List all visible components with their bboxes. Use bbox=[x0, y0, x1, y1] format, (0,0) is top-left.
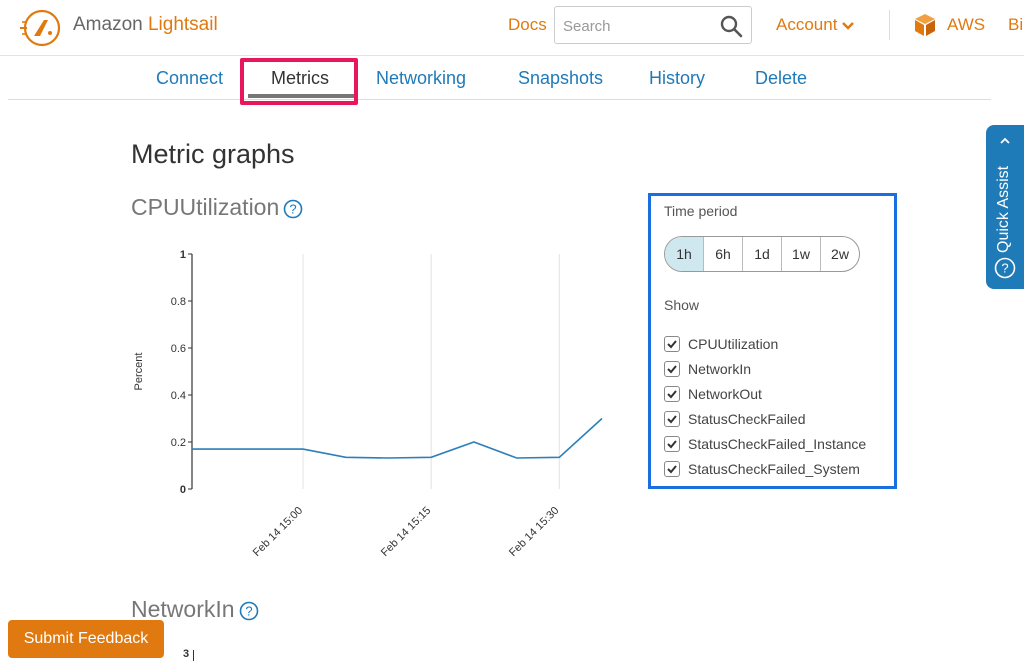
tab-delete[interactable]: Delete bbox=[755, 68, 807, 89]
billing-link[interactable]: Bi bbox=[1008, 15, 1023, 35]
tab-networking[interactable]: Networking bbox=[376, 68, 466, 89]
period-1w-button[interactable]: 1w bbox=[782, 237, 821, 271]
svg-text:?: ? bbox=[1001, 261, 1008, 276]
aws-link[interactable]: AWS bbox=[947, 15, 985, 35]
metric-checkbox-row[interactable]: StatusCheckFailed_Instance bbox=[664, 434, 866, 454]
x-tick-label: Feb 14 15:00 bbox=[251, 505, 305, 559]
networkin-graph-title: NetworkIn? bbox=[131, 596, 259, 623]
metric-checkbox-row[interactable]: CPUUtilization bbox=[664, 334, 778, 354]
quick-assist-tab[interactable]: Quick Assist ? bbox=[986, 125, 1024, 289]
quick-assist-label: Quick Assist bbox=[995, 165, 1012, 253]
checkmark-icon bbox=[667, 390, 677, 399]
brand-title[interactable]: Amazon Lightsail bbox=[73, 14, 218, 36]
networkin-graph-title-text: NetworkIn bbox=[131, 596, 235, 622]
metric-checkbox-row[interactable]: StatusCheckFailed bbox=[664, 409, 806, 429]
tab-history[interactable]: History bbox=[649, 68, 705, 89]
checkbox[interactable] bbox=[664, 361, 680, 377]
brand-prefix: Amazon bbox=[73, 14, 143, 35]
checkmark-icon bbox=[667, 465, 677, 474]
search-input[interactable] bbox=[563, 15, 713, 37]
networkin-y-axis bbox=[193, 650, 194, 661]
checkmark-icon bbox=[667, 440, 677, 449]
cpu-series-line bbox=[192, 417, 603, 459]
y-tick-label: 0.4 bbox=[171, 390, 186, 402]
period-1d-button[interactable]: 1d bbox=[743, 237, 782, 271]
brand-name: Lightsail bbox=[147, 14, 218, 35]
search-icon[interactable] bbox=[719, 14, 743, 38]
help-icon: ? bbox=[994, 257, 1016, 279]
cpu-graph-title-text: CPUUtilization bbox=[131, 194, 280, 220]
y-axis-label: Percent bbox=[133, 353, 145, 391]
metric-checkbox-row[interactable]: StatusCheckFailed_System bbox=[664, 459, 860, 479]
metric-checkbox-label: StatusCheckFailed bbox=[688, 411, 806, 427]
top-header: Amazon Lightsail Docs Account AWS Bi bbox=[0, 0, 1024, 56]
x-tick-label: Feb 14 15:30 bbox=[507, 505, 561, 559]
networkin-y-tick: 3 bbox=[183, 648, 190, 660]
account-menu[interactable]: Account bbox=[776, 15, 856, 35]
y-tick-label: 0.8 bbox=[171, 296, 186, 308]
period-2w-button[interactable]: 2w bbox=[821, 237, 859, 271]
checkbox[interactable] bbox=[664, 411, 680, 427]
submit-feedback-button[interactable]: Submit Feedback bbox=[8, 620, 164, 658]
show-label: Show bbox=[664, 297, 700, 313]
time-period-label: Time period bbox=[664, 203, 738, 219]
account-label: Account bbox=[776, 15, 838, 34]
checkmark-icon bbox=[667, 415, 677, 424]
metric-checkbox-label: StatusCheckFailed_Instance bbox=[688, 436, 867, 452]
docs-link[interactable]: Docs bbox=[508, 15, 547, 35]
time-period-selector: 1h 6h 1d 1w 2w bbox=[664, 236, 860, 272]
period-6h-button[interactable]: 6h bbox=[704, 237, 743, 271]
checkmark-icon bbox=[667, 340, 677, 349]
tab-connect[interactable]: Connect bbox=[156, 68, 223, 89]
x-tick-label: Feb 14 15:15 bbox=[379, 505, 433, 559]
tab-snapshots[interactable]: Snapshots bbox=[518, 68, 603, 89]
period-1h-button[interactable]: 1h bbox=[665, 237, 704, 271]
help-icon[interactable]: ? bbox=[283, 199, 303, 219]
y-tick-label: 0 bbox=[180, 484, 186, 496]
cpu-graph-title: CPUUtilization? bbox=[131, 194, 303, 221]
checkbox[interactable] bbox=[664, 461, 680, 477]
y-tick-label: 0.6 bbox=[171, 343, 186, 355]
page-title: Metric graphs bbox=[131, 139, 295, 169]
chevron-down-icon bbox=[842, 21, 855, 30]
y-tick-label: 1 bbox=[180, 249, 186, 261]
checkbox[interactable] bbox=[664, 386, 680, 402]
cpu-utilization-chart: 0 0.2 0.4 0.6 0.8 1 Percent Feb 14 15:00 Feb 14 … bbox=[133, 249, 603, 559]
search-box[interactable] bbox=[554, 6, 752, 44]
metric-checkbox-row[interactable]: NetworkOut bbox=[664, 384, 762, 404]
chevron-up-icon bbox=[1000, 137, 1010, 144]
time-period-panel: Time period 1h 6h 1d 1w 2w Show CPUUtili… bbox=[648, 193, 897, 489]
checkbox[interactable] bbox=[664, 436, 680, 452]
svg-text:?: ? bbox=[290, 201, 297, 216]
metric-checkbox-row[interactable]: NetworkIn bbox=[664, 359, 751, 379]
y-tick-label: 0.2 bbox=[171, 437, 186, 449]
metric-checkbox-label: StatusCheckFailed_System bbox=[688, 461, 860, 477]
metrics-tab-highlight bbox=[240, 58, 358, 105]
metric-checkbox-label: NetworkOut bbox=[688, 386, 762, 402]
help-icon[interactable]: ? bbox=[239, 601, 259, 621]
metric-checkbox-label: NetworkIn bbox=[688, 361, 752, 377]
instance-tabs: Connect Metrics Networking Snapshots His… bbox=[8, 58, 991, 100]
checkbox[interactable] bbox=[664, 336, 680, 352]
lightsail-logo-icon[interactable] bbox=[18, 6, 62, 50]
header-divider bbox=[889, 10, 890, 40]
aws-cube-icon bbox=[915, 14, 935, 36]
metric-checkbox-label: CPUUtilization bbox=[688, 336, 779, 352]
svg-text:?: ? bbox=[245, 603, 252, 618]
checkmark-icon bbox=[667, 365, 677, 374]
